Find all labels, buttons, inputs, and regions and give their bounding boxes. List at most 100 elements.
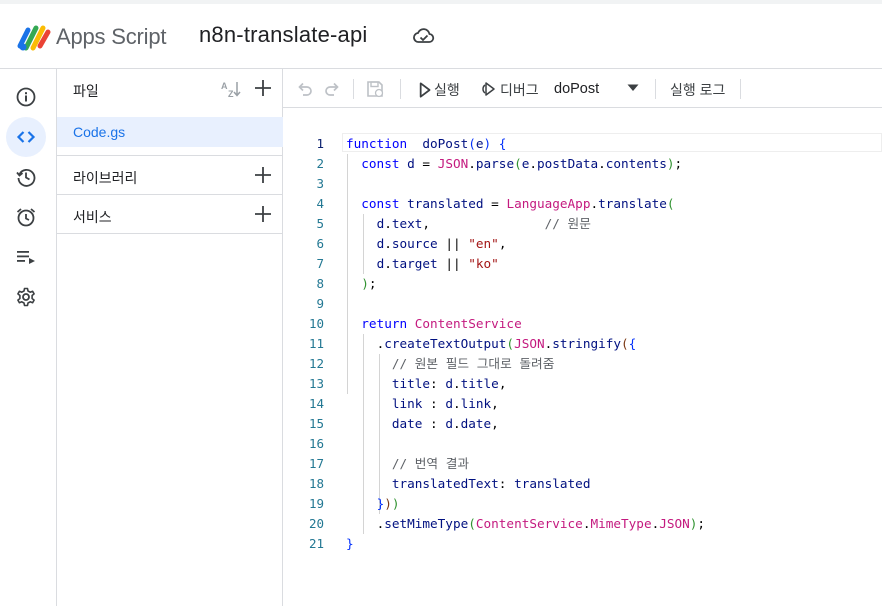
- redo-icon[interactable]: [322, 79, 342, 99]
- code-line[interactable]: return ContentService: [346, 314, 882, 334]
- code-line[interactable]: );: [346, 274, 882, 294]
- code-token: setMimeType: [384, 516, 469, 531]
- code-token: (: [468, 136, 476, 151]
- code-token: translated: [407, 196, 484, 211]
- libraries-label: 라이브러리: [73, 170, 138, 186]
- code-token: .: [452, 376, 461, 391]
- code-line[interactable]: .createTextOutput(JSON.stringify({: [346, 334, 882, 354]
- code-token: ContentService: [475, 516, 583, 531]
- code-token: date: [460, 416, 492, 431]
- code-token: doPost: [422, 136, 469, 151]
- code-line[interactable]: .setMimeType(ContentService.MimeType.JSO…: [346, 514, 882, 534]
- code-line[interactable]: // 번역 결과: [346, 454, 882, 474]
- code-token: translatedText: [391, 476, 499, 491]
- undo-icon[interactable]: [295, 79, 315, 99]
- code-icon: [16, 131, 36, 143]
- code-token: contents: [605, 156, 667, 171]
- code-line[interactable]: d.text, // 원문: [346, 214, 882, 234]
- rail-overview-button[interactable]: [6, 77, 46, 117]
- code-line[interactable]: [346, 174, 882, 194]
- add-service-icon[interactable]: [253, 204, 273, 224]
- code-line[interactable]: const d = JSON.parse(e.postData.contents…: [346, 154, 882, 174]
- code-token: (: [514, 156, 522, 171]
- sort-az-icon[interactable]: A Z: [220, 80, 242, 98]
- line-number: 12: [308, 356, 324, 371]
- code-line[interactable]: translatedText: translated: [346, 474, 882, 494]
- line-number: 20: [308, 516, 324, 531]
- code-line[interactable]: }: [346, 534, 882, 554]
- code-token: ;: [697, 516, 706, 531]
- function-select[interactable]: doPost: [554, 78, 644, 100]
- debug-icon[interactable]: [478, 79, 498, 99]
- code-token: ): [483, 136, 492, 151]
- services-section[interactable]: 서비스: [57, 195, 283, 234]
- file-item-code-gs[interactable]: Code.gs: [57, 117, 283, 147]
- code-token: return: [361, 316, 408, 331]
- code-token: // 원문: [544, 216, 591, 231]
- code-line[interactable]: title: d.title,: [346, 374, 882, 394]
- apps-script-logo-icon[interactable]: [16, 20, 52, 52]
- add-file-icon[interactable]: [253, 78, 273, 98]
- code-line[interactable]: [346, 294, 882, 314]
- line-number: 18: [308, 476, 324, 491]
- code-line[interactable]: function doPost(e) {: [346, 134, 882, 154]
- left-nav-rail: [0, 69, 57, 606]
- project-name[interactable]: n8n-translate-api: [199, 22, 368, 48]
- line-number: 15: [308, 416, 324, 431]
- code-editor[interactable]: 1 2 3 4 5 6 7 8 9 10 11 12 13 14 15 16 17 18 19 20 21 functi…: [284, 108, 882, 606]
- code-line[interactable]: d.target || "ko": [346, 254, 882, 274]
- cloud-sync-icon[interactable]: [413, 27, 435, 45]
- line-number: 8: [316, 276, 324, 291]
- run-icon[interactable]: [414, 80, 434, 100]
- code-token: (: [506, 336, 515, 351]
- line-number: 9: [316, 296, 324, 311]
- code-token: ||: [437, 256, 469, 271]
- code-line[interactable]: [346, 434, 882, 454]
- code-line[interactable]: })): [346, 494, 882, 514]
- code-token: link: [460, 396, 492, 411]
- code-token: JSON: [437, 156, 469, 171]
- debug-button[interactable]: 디버그: [500, 80, 539, 100]
- line-number: 1: [316, 136, 324, 151]
- code-line[interactable]: const translated = LanguageApp.translate…: [346, 194, 882, 214]
- code-token: (: [621, 336, 629, 351]
- code-token: :: [422, 416, 446, 431]
- code-token: ): [361, 276, 369, 291]
- execution-log-button[interactable]: 실행 로그: [670, 80, 725, 100]
- caret-down-icon: [627, 84, 639, 91]
- code-token: date: [391, 416, 423, 431]
- code-token: translated: [514, 476, 591, 491]
- rail-settings-button[interactable]: [6, 277, 46, 317]
- svg-text:Z: Z: [228, 89, 234, 98]
- code-token: :: [430, 376, 446, 391]
- top-bar: Apps Script n8n-translate-api: [0, 0, 882, 69]
- rail-runs-button[interactable]: [6, 237, 46, 277]
- rail-editor-button[interactable]: [6, 117, 46, 157]
- app-brand-title: Apps Script: [56, 24, 167, 49]
- files-panel: 파일 A Z Code.gs 라이브러리 서비스: [57, 69, 283, 606]
- code-token: // 번역 결과: [391, 456, 470, 471]
- code-line[interactable]: d.source || "en",: [346, 234, 882, 254]
- code-line[interactable]: link : d.link,: [346, 394, 882, 414]
- code-token: .: [529, 156, 538, 171]
- line-number: 6: [316, 236, 324, 251]
- code-token: {: [628, 336, 637, 351]
- rail-executions-button[interactable]: [6, 157, 46, 197]
- code-token: :: [498, 476, 515, 491]
- code-token: title: [460, 376, 499, 391]
- code-token: translate: [598, 196, 667, 211]
- rail-triggers-button[interactable]: [6, 197, 46, 237]
- code-token: function: [346, 136, 408, 151]
- run-button[interactable]: 실행: [434, 80, 460, 100]
- line-number: 5: [316, 216, 324, 231]
- code-token: d: [445, 376, 453, 391]
- code-content[interactable]: function doPost(e) { const d = JSON.pars…: [346, 134, 882, 554]
- save-icon[interactable]: [365, 79, 385, 99]
- libraries-section[interactable]: 라이브러리: [57, 156, 283, 195]
- line-number: 10: [308, 316, 324, 331]
- code-line[interactable]: date : d.date,: [346, 414, 882, 434]
- code-line[interactable]: // 원본 필드 그대로 돌려줌: [346, 354, 882, 374]
- add-library-icon[interactable]: [253, 165, 273, 185]
- code-token: parse: [475, 156, 515, 171]
